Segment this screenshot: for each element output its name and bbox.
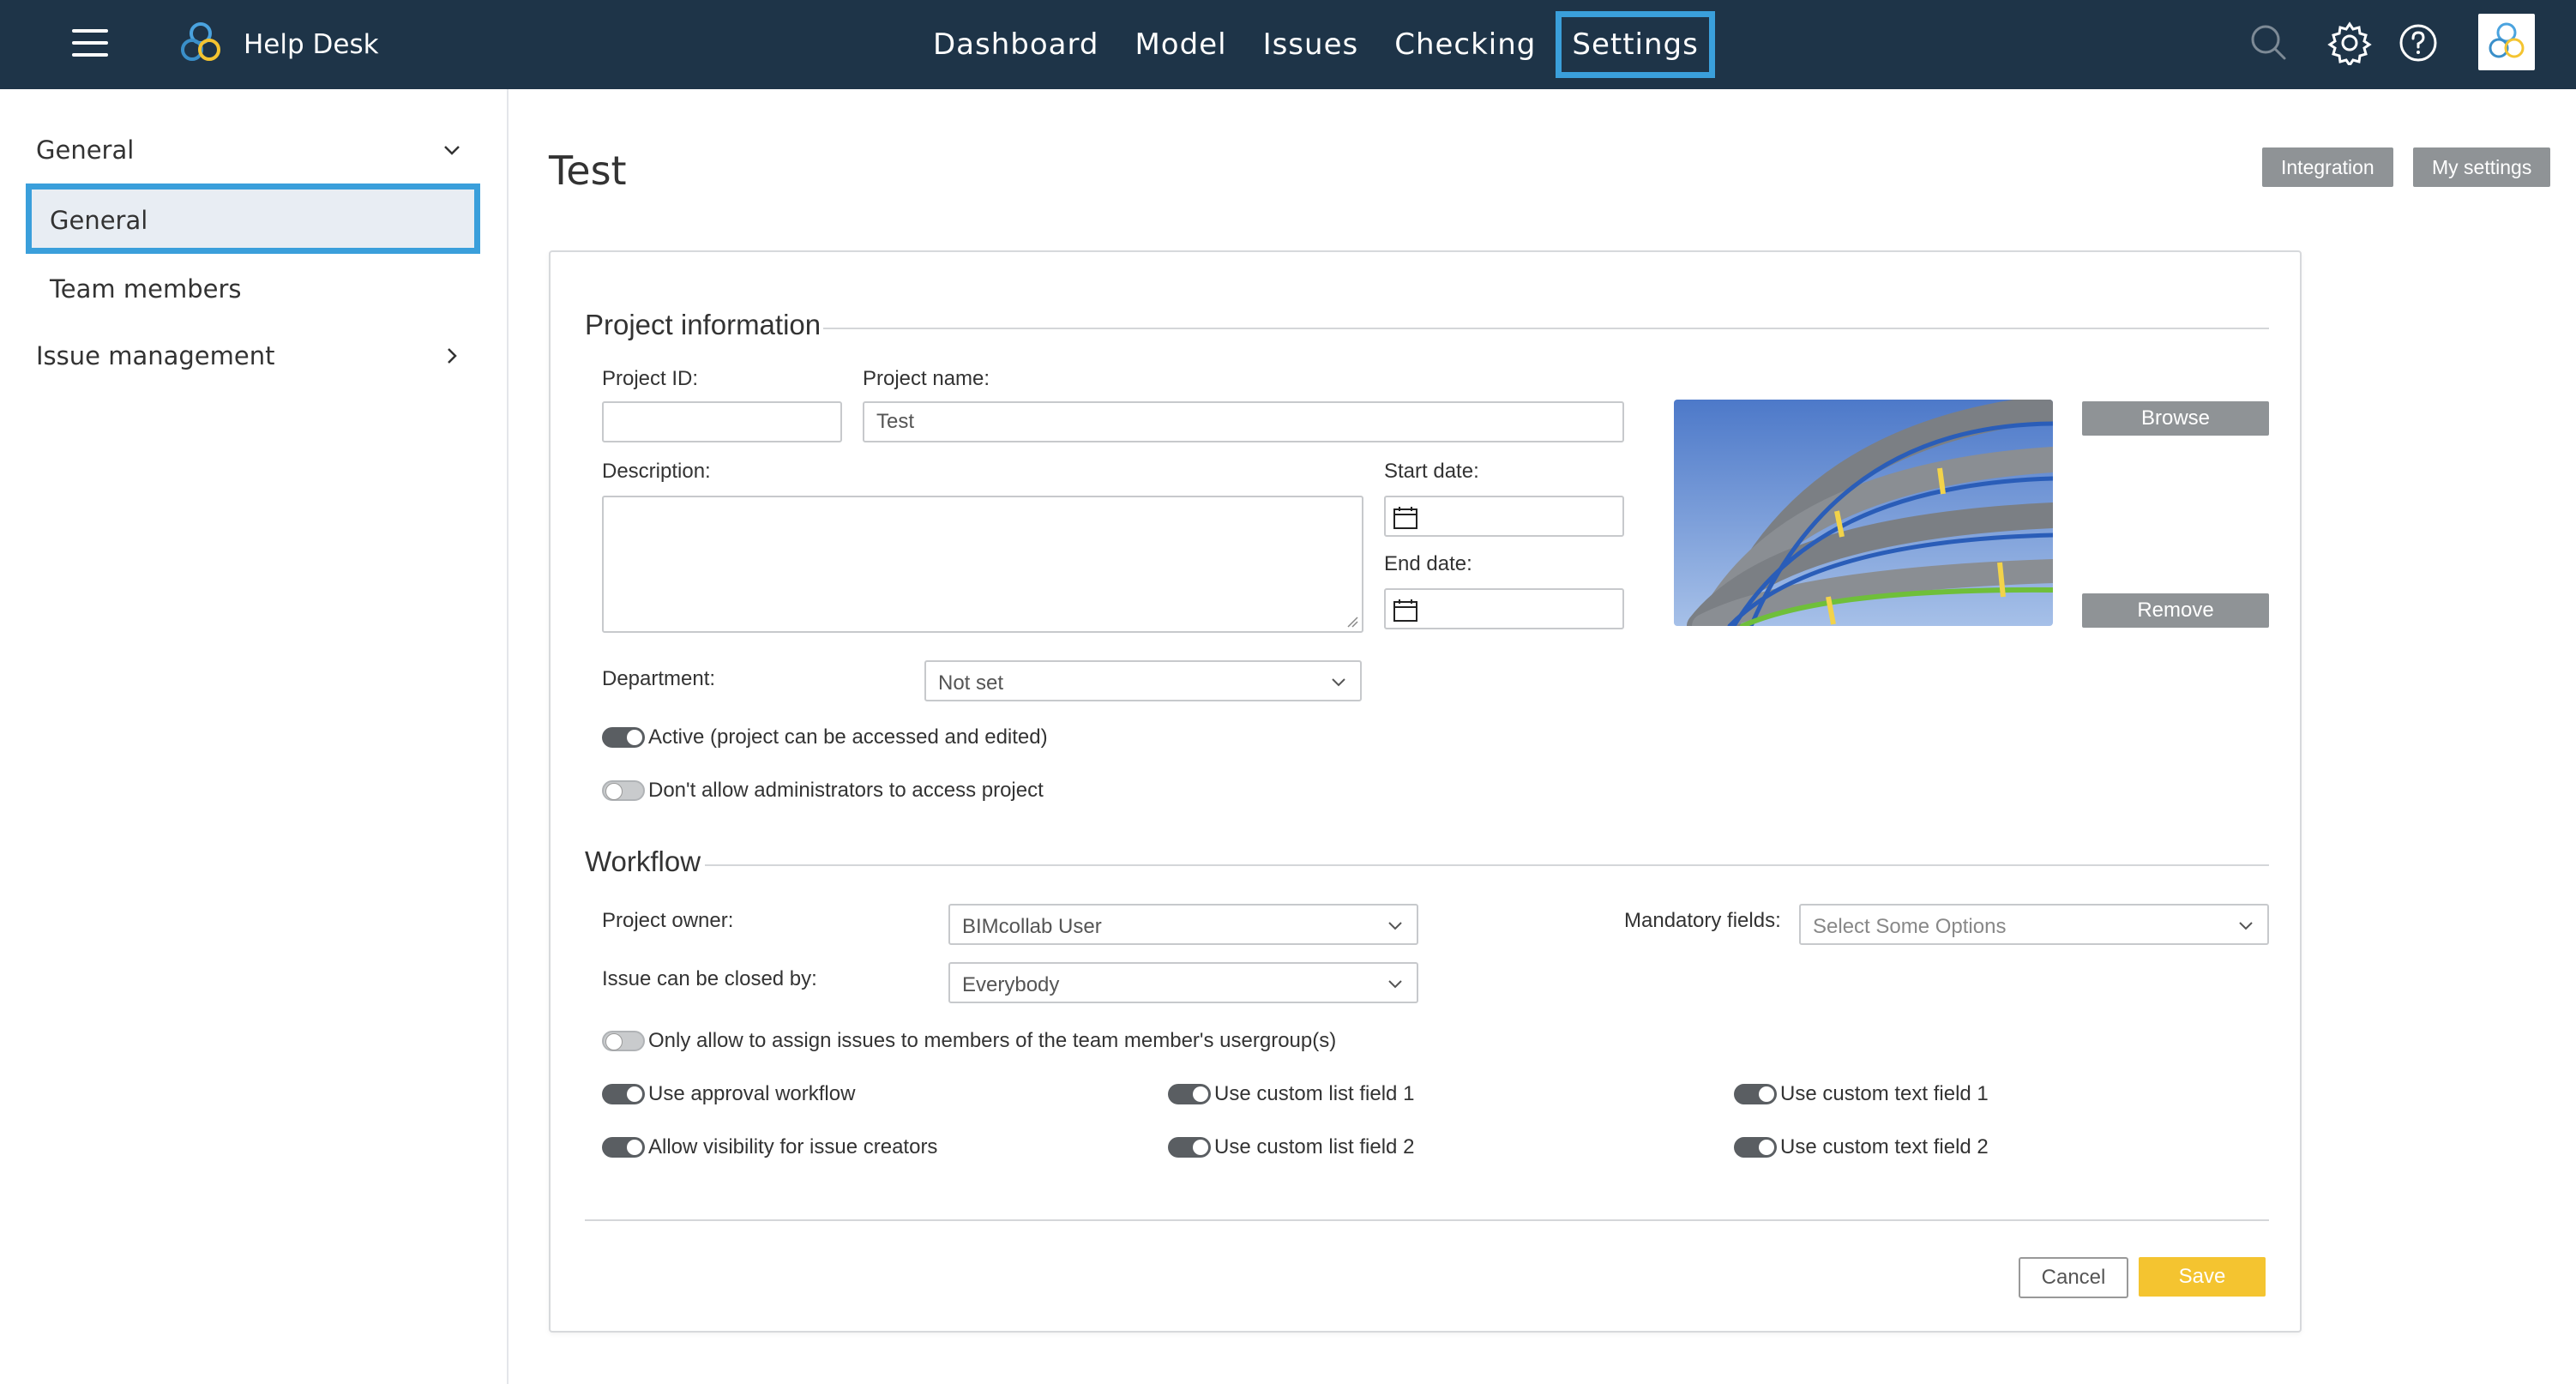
project-name-input[interactable] xyxy=(863,401,1624,442)
chevron-down-icon xyxy=(1388,980,1402,989)
custom-list-1-toggle[interactable] xyxy=(1168,1084,1211,1104)
search-icon[interactable] xyxy=(2247,21,2291,65)
only-assign-usergroup-toggle[interactable] xyxy=(602,1031,645,1051)
project-thumbnail-image xyxy=(1674,400,2053,626)
user-avatar[interactable] xyxy=(2478,14,2535,70)
nav-dashboard[interactable]: Dashboard xyxy=(933,27,1098,62)
help-icon[interactable] xyxy=(2396,21,2441,65)
end-date-input[interactable] xyxy=(1384,588,1624,629)
calendar-icon[interactable] xyxy=(1393,506,1418,530)
description-label: Description: xyxy=(602,460,711,483)
browse-button[interactable]: Browse xyxy=(2082,401,2269,436)
project-id-label: Project ID: xyxy=(602,367,699,390)
integration-button[interactable]: Integration xyxy=(2262,147,2393,187)
start-date-label: Start date: xyxy=(1384,460,1479,483)
project-owner-label: Project owner: xyxy=(602,909,734,932)
chevron-down-icon xyxy=(2239,922,2253,930)
avatar-logo-icon xyxy=(2489,22,2525,58)
nav-issues[interactable]: Issues xyxy=(1263,27,1359,62)
department-label: Department: xyxy=(602,667,716,690)
approval-workflow-label: Use approval workflow xyxy=(648,1082,856,1105)
top-bar: Help Desk Dashboard Model Issues Checkin… xyxy=(0,0,2576,89)
section-divider xyxy=(823,328,2269,329)
section-divider xyxy=(705,864,2269,866)
only-assign-usergroup-label: Only allow to assign issues to members o… xyxy=(648,1029,1337,1052)
mandatory-fields-label: Mandatory fields: xyxy=(1624,909,1781,932)
project-id-input[interactable] xyxy=(602,401,842,442)
calendar-icon[interactable] xyxy=(1393,599,1418,623)
gear-icon[interactable] xyxy=(2327,21,2372,65)
closed-by-value: Everybody xyxy=(962,973,1060,996)
mandatory-fields-placeholder: Select Some Options xyxy=(1813,915,2007,938)
mandatory-fields-select[interactable]: Select Some Options xyxy=(1799,904,2269,945)
chevron-right-icon[interactable] xyxy=(441,345,463,367)
cancel-button[interactable]: Cancel xyxy=(2019,1257,2128,1298)
sidebar: General General Team members Issue manag… xyxy=(0,89,509,1384)
custom-text-2-toggle[interactable] xyxy=(1734,1137,1777,1158)
visibility-creators-toggle[interactable] xyxy=(602,1137,645,1158)
bimcollab-logo-icon xyxy=(181,22,220,61)
end-date-label: End date: xyxy=(1384,552,1472,575)
sidebar-group-general[interactable]: General xyxy=(36,135,134,165)
section-title-project-information: Project information xyxy=(585,309,822,340)
section-title-workflow: Workflow xyxy=(585,845,701,877)
active-toggle-label: Active (project can be accessed and edit… xyxy=(648,725,1048,749)
project-owner-value: BIMcollab User xyxy=(962,915,1102,938)
custom-text-1-label: Use custom text field 1 xyxy=(1780,1082,1989,1105)
custom-list-1-label: Use custom list field 1 xyxy=(1214,1082,1415,1105)
app-name: Help Desk xyxy=(244,29,379,60)
no-admin-access-label: Don't allow administrators to access pro… xyxy=(648,779,1044,802)
description-textarea[interactable] xyxy=(602,496,1363,633)
remove-button[interactable]: Remove xyxy=(2082,593,2269,628)
project-owner-select[interactable]: BIMcollab User xyxy=(948,904,1418,945)
department-select[interactable]: Not set xyxy=(924,660,1362,701)
start-date-input[interactable] xyxy=(1384,496,1624,537)
app-root: Help Desk Dashboard Model Issues Checkin… xyxy=(0,0,2576,1384)
visibility-creators-label: Allow visibility for issue creators xyxy=(648,1135,938,1158)
active-toggle[interactable] xyxy=(602,727,645,748)
chevron-down-icon xyxy=(1332,678,1345,687)
resize-handle-icon[interactable] xyxy=(1346,616,1358,628)
custom-text-1-toggle[interactable] xyxy=(1734,1084,1777,1104)
closed-by-label: Issue can be closed by: xyxy=(602,967,817,990)
closed-by-select[interactable]: Everybody xyxy=(948,962,1418,1003)
menu-icon[interactable] xyxy=(72,29,110,58)
footer-divider xyxy=(585,1219,2269,1221)
custom-text-2-label: Use custom text field 2 xyxy=(1780,1135,1989,1158)
my-settings-button[interactable]: My settings xyxy=(2413,147,2551,187)
chevron-down-icon xyxy=(1388,922,1402,930)
custom-list-2-label: Use custom list field 2 xyxy=(1214,1135,1415,1158)
custom-list-2-toggle[interactable] xyxy=(1168,1137,1211,1158)
nav-settings[interactable]: Settings xyxy=(1556,11,1715,78)
sidebar-item-team-members[interactable]: Team members xyxy=(26,252,480,322)
nav-checking[interactable]: Checking xyxy=(1394,27,1536,62)
save-button[interactable]: Save xyxy=(2139,1257,2266,1297)
approval-workflow-toggle[interactable] xyxy=(602,1084,645,1104)
nav-model[interactable]: Model xyxy=(1135,27,1226,62)
sidebar-item-general[interactable]: General xyxy=(26,184,480,254)
sidebar-group-issue-management[interactable]: Issue management xyxy=(36,341,274,370)
chevron-down-icon[interactable] xyxy=(441,139,463,161)
main-nav: Dashboard Model Issues Checking Settings xyxy=(933,0,1715,89)
page-title: Test xyxy=(549,147,627,194)
settings-panel: Project information Project ID: Project … xyxy=(549,250,2302,1333)
project-name-label: Project name: xyxy=(863,367,990,390)
department-value: Not set xyxy=(938,671,1004,695)
no-admin-access-toggle[interactable] xyxy=(602,780,645,801)
